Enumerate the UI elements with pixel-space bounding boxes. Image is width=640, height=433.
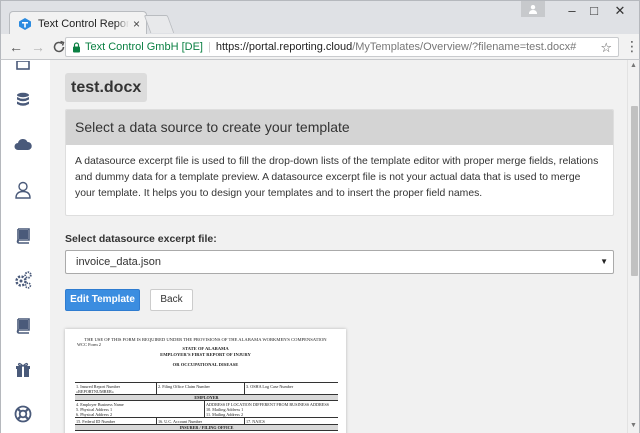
preview-or-line: OR OCCUPATIONAL DISEASE xyxy=(172,362,239,367)
address-bar[interactable]: Text Control GmbH [DE] | https://portal.… xyxy=(65,37,619,57)
page-scrollbar[interactable]: ▲ ▼ xyxy=(627,60,639,433)
back-button[interactable]: Back xyxy=(150,289,193,311)
card-description: A datasource excerpt file is used to fil… xyxy=(75,156,599,199)
preview-cell: 15. Federal ID Number xyxy=(75,418,157,424)
tab-title: Text Control ReportingCl xyxy=(38,17,129,30)
preview-row: 15. Federal ID Number 16. U.C. Account N… xyxy=(75,418,338,425)
info-card: Select a data source to create your temp… xyxy=(65,109,614,216)
person-icon xyxy=(529,5,537,14)
datasource-select-label: Select datasource excerpt file: xyxy=(65,233,217,245)
sidebar-item-gift[interactable] xyxy=(13,360,33,380)
preview-report-title: EMPLOYER'S FIRST REPORT OF INJURY xyxy=(160,352,251,357)
sidebar-item-top[interactable] xyxy=(13,60,33,76)
forward-arrow-icon[interactable]: → xyxy=(27,39,49,55)
card-heading: Select a data source to create your temp… xyxy=(66,110,613,145)
preview-cell-label: 11. Mailing Address 2 xyxy=(206,411,244,417)
main-content: test.docx Select a data source to create… xyxy=(50,60,627,433)
template-preview-thumbnail[interactable]: THE USE OF THIS FORM IS REQUIRED UNDER T… xyxy=(65,329,346,433)
edit-template-button[interactable]: Edit Template xyxy=(65,289,140,311)
datasource-select-value: invoice_data.json xyxy=(76,256,162,268)
sidebar-item-user[interactable] xyxy=(13,180,33,200)
database-icon xyxy=(17,92,29,106)
scrollbar-thumb[interactable] xyxy=(631,106,638,276)
sidebar-item-book-2[interactable] xyxy=(13,316,33,336)
cloud-icon xyxy=(14,138,32,150)
close-window-button[interactable]: ✕ xyxy=(605,3,635,19)
lock-icon xyxy=(73,41,80,52)
sidebar-item-database[interactable] xyxy=(13,90,33,110)
profile-button[interactable] xyxy=(521,1,545,17)
gift-icon xyxy=(16,362,30,377)
user-icon xyxy=(15,181,31,199)
preview-cell: 17. NAICS xyxy=(246,418,265,424)
omnibox-separator: | xyxy=(207,41,211,53)
sidebar-item-book[interactable] xyxy=(13,226,33,246)
scroll-up-icon[interactable]: ▲ xyxy=(630,62,637,69)
preview-top-line: THE USE OF THIS FORM IS REQUIRED UNDER T… xyxy=(84,337,327,342)
preview-row: 1. Insured Report Number «REPORTNUMBER» … xyxy=(75,383,338,395)
preview-merge-field: «REPORTNUMBER» xyxy=(76,388,114,394)
page-title: test.docx xyxy=(65,73,148,102)
preview-band-insurer: INSURER / FILING OFFICE xyxy=(75,425,338,431)
preview-cell: 3. OSHA Log Case Number xyxy=(246,383,294,389)
preview-state: STATE OF ALABAMA xyxy=(182,346,229,351)
bookmark-star-icon[interactable]: ☆ xyxy=(600,40,612,56)
secure-site-label: Text Control GmbH [DE] xyxy=(85,41,203,53)
preview-cell: ADDRESS IF LOCATION DIFFERENT FROM BUSIN… xyxy=(205,401,338,417)
sidebar-item-settings[interactable] xyxy=(13,270,33,290)
caret-down-icon: ▼ xyxy=(600,257,608,266)
preview-cell-label: ADDRESS IF LOCATION DIFFERENT FROM BUSIN… xyxy=(206,401,330,407)
back-arrow-icon[interactable]: ← xyxy=(5,39,27,55)
preview-cell: 1. Insured Report Number «REPORTNUMBER» xyxy=(75,383,157,394)
preview-cell: 16. U.C. Account Number xyxy=(157,418,245,424)
new-tab-button[interactable] xyxy=(143,15,175,33)
browser-menu-icon[interactable]: ⋮ xyxy=(625,38,639,55)
url-host: https://portal.reporting.cloud xyxy=(215,41,353,53)
sidebar xyxy=(1,60,50,433)
book-icon xyxy=(16,318,30,334)
sidebar-item-support[interactable] xyxy=(13,404,33,424)
url-path: /MyTemplates/Overview/?filename=test.doc… xyxy=(352,41,577,53)
tab-close-icon[interactable]: × xyxy=(133,18,140,30)
browser-tab[interactable]: Text Control ReportingCl × xyxy=(9,11,147,35)
preview-row: 4. Employer Business Name 5. Physical Ad… xyxy=(75,401,338,418)
preview-form-grid: 1. Insured Report Number «REPORTNUMBER» … xyxy=(75,382,338,431)
preview-cell: 4. Employer Business Name 5. Physical Ad… xyxy=(75,401,205,417)
scroll-down-icon[interactable]: ▼ xyxy=(630,422,637,429)
preview-cell-label: 6. Physical Address 2 xyxy=(76,411,113,417)
document-icon xyxy=(16,61,30,70)
preview-cell: 2. Filing Office Claim Number xyxy=(157,383,245,394)
lifebuoy-icon xyxy=(14,405,32,423)
gears-icon xyxy=(15,271,32,289)
page-viewport: test.docx Select a data source to create… xyxy=(0,60,640,433)
datasource-select[interactable]: invoice_data.json ▼ xyxy=(65,250,614,274)
sidebar-item-cloud[interactable] xyxy=(13,134,33,154)
book-icon xyxy=(16,228,30,244)
browser-titlebar: Text Control ReportingCl × – □ ✕ xyxy=(0,0,640,35)
text-control-favicon-icon xyxy=(19,17,31,30)
browser-toolbar: ← → Text Control GmbH [DE] | https://por… xyxy=(0,34,640,60)
